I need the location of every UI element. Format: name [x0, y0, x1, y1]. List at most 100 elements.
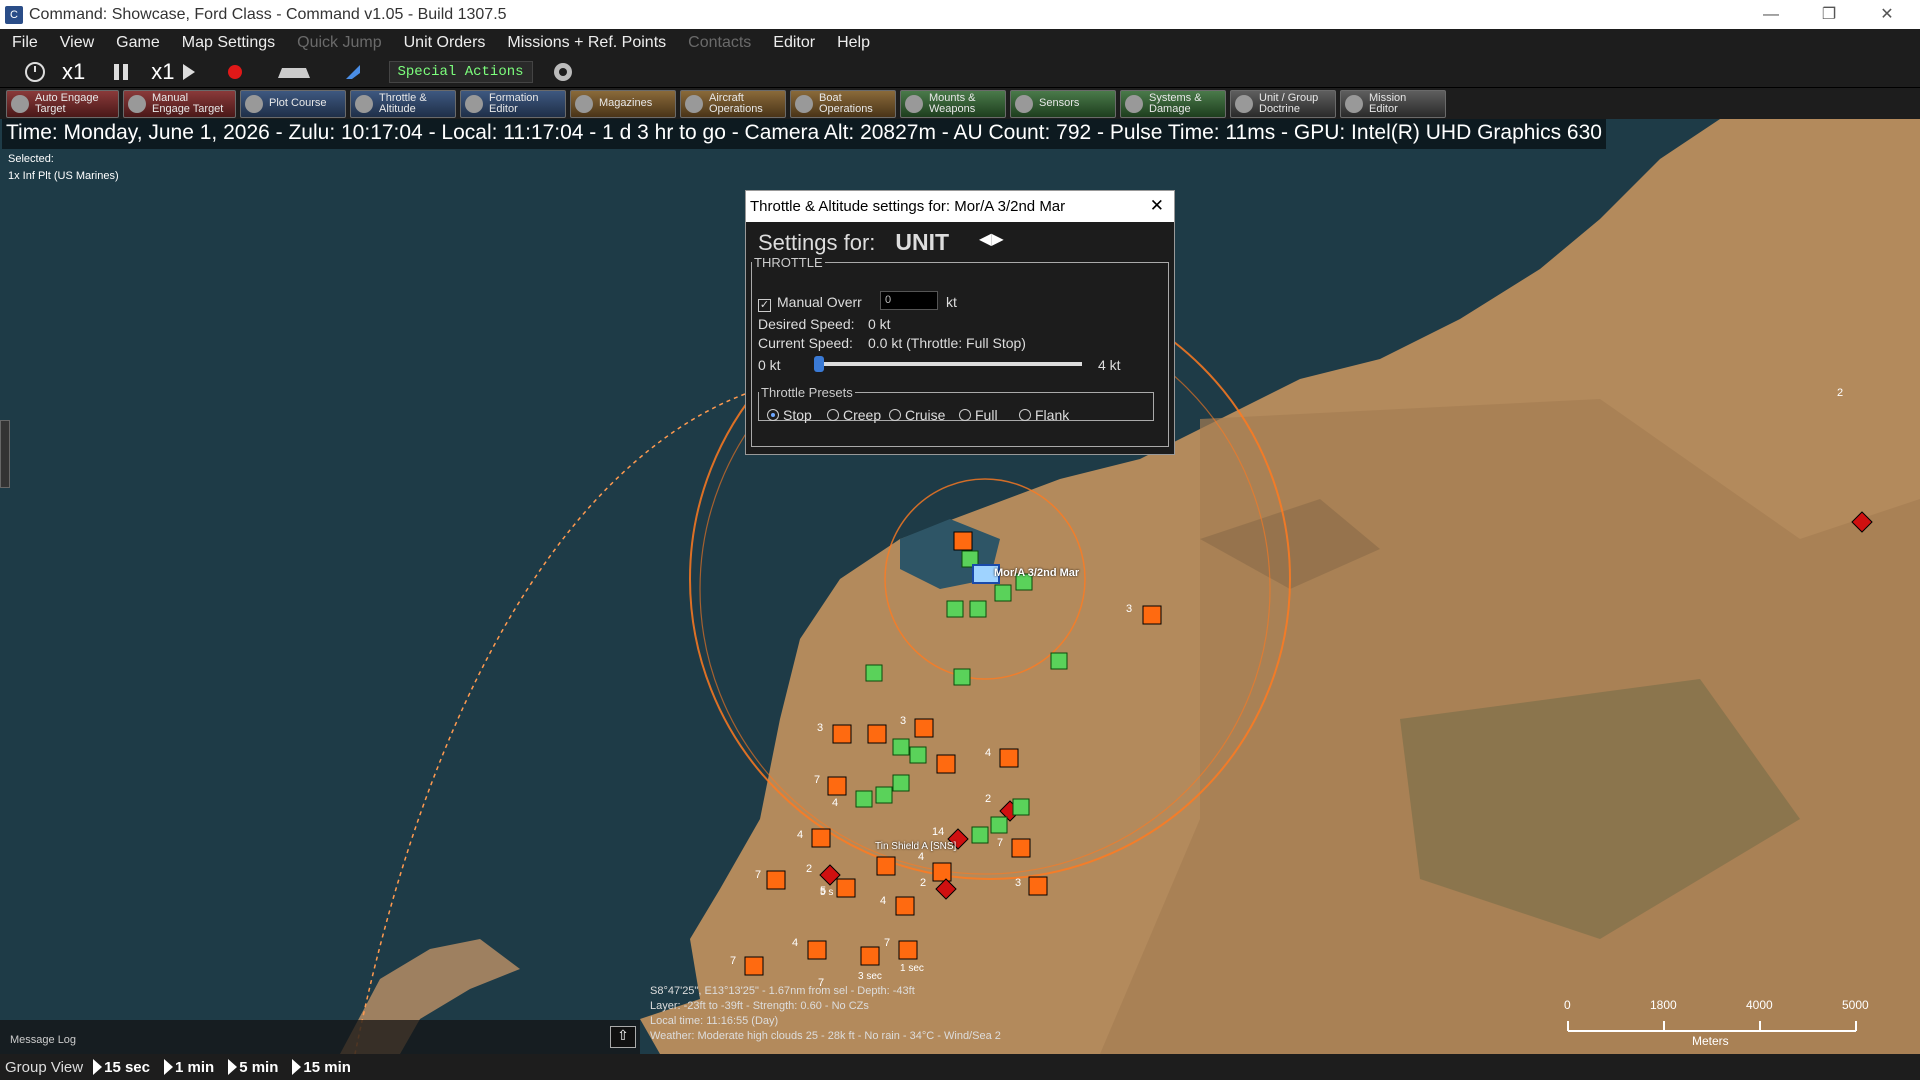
menu-contacts[interactable]: Contacts: [676, 34, 761, 52]
count-label: 7: [755, 869, 762, 881]
aircraft-operations-button[interactable]: Aircraft Operations: [680, 89, 786, 118]
sensors-button[interactable]: Sensors: [1010, 89, 1116, 118]
systems-damage-button[interactable]: Systems & Damage: [1120, 89, 1226, 118]
manual-override-checkbox[interactable]: ✓: [758, 299, 771, 312]
group-view-button[interactable]: Group View: [5, 1059, 83, 1076]
count-label: 14: [932, 826, 945, 838]
preset-stop[interactable]: Stop: [767, 407, 812, 423]
quick-action-icon[interactable]: [333, 59, 373, 85]
selected-label: Selected:: [8, 153, 54, 165]
count-label: 4: [880, 895, 887, 907]
count-label: 7: [814, 774, 821, 786]
boat-icon: [795, 94, 813, 113]
preset-full[interactable]: Full: [959, 407, 998, 423]
menu-quick-jump[interactable]: Quick Jump: [285, 34, 391, 52]
prev-unit-icon[interactable]: ◀: [979, 231, 991, 248]
scale-tick-label: 5000: [1842, 998, 1869, 1012]
preset-creep-label: Creep: [843, 407, 882, 423]
preset-creep[interactable]: Creep: [827, 407, 881, 423]
menu-game[interactable]: Game: [104, 34, 170, 52]
count-label: 4: [792, 937, 799, 949]
scale-tick-label: 4000: [1746, 998, 1773, 1012]
menu-help[interactable]: Help: [825, 34, 880, 52]
pause-button[interactable]: [107, 59, 135, 85]
jump-15-sec-button[interactable]: 15 sec: [93, 1059, 150, 1076]
preset-flank[interactable]: Flank: [1019, 407, 1069, 423]
menu-missions[interactable]: Missions + Ref. Points: [495, 34, 676, 52]
settings-for: Settings for: UNIT: [758, 229, 949, 256]
doctrine-button[interactable]: Unit / Group Doctrine: [1230, 89, 1336, 118]
minimize-icon[interactable]: —: [1748, 0, 1794, 29]
mission-editor-button[interactable]: Mission Editor: [1340, 89, 1446, 118]
jump-15-min-button[interactable]: 15 min: [292, 1059, 351, 1076]
preset-creep-radio[interactable]: [827, 409, 839, 421]
count-label: 2: [806, 863, 813, 875]
mission-editor-icon: [1345, 94, 1363, 113]
preset-cruise[interactable]: Cruise: [889, 407, 945, 423]
plot-course-label: Plot Course: [269, 97, 327, 109]
cursor-info-line: S8°47'25", E13°13'25" - 1.67nm from sel …: [650, 985, 915, 997]
record-button[interactable]: [215, 59, 255, 85]
menu-editor[interactable]: Editor: [761, 34, 825, 52]
count-label: 7: [884, 937, 891, 949]
scale-tick-label: 0: [1564, 998, 1571, 1012]
menu-unit-orders[interactable]: Unit Orders: [392, 34, 496, 52]
bottom-bar: Group View 15 sec 1 min 5 min 15 min: [0, 1054, 1920, 1080]
auto-engage-target-button[interactable]: Auto Engage Target: [6, 89, 119, 118]
unit-label-selected[interactable]: Mor/A 3/2nd Mar: [994, 567, 1079, 579]
boat-operations-button[interactable]: Boat Operations: [790, 89, 896, 118]
speed-slider-track[interactable]: [817, 362, 1082, 366]
count-label: 4: [918, 851, 925, 863]
jump-1-min-button[interactable]: 1 min: [164, 1059, 214, 1076]
throttle-altitude-button[interactable]: Throttle & Altitude: [350, 89, 456, 118]
doctrine-icon: [1235, 94, 1253, 113]
magazines-label: Magazines: [599, 97, 653, 109]
settings-gear-icon[interactable]: [543, 59, 583, 85]
count-label: 4: [832, 797, 839, 809]
unit-label-tin-shield[interactable]: Tin Shield A [SNS]: [875, 841, 956, 852]
menu-file[interactable]: File: [0, 34, 48, 52]
close-window-icon[interactable]: ✕: [1864, 0, 1910, 29]
message-log[interactable]: Message Log: [0, 1020, 640, 1054]
plot-course-button[interactable]: Plot Course: [240, 89, 346, 118]
play-icon[interactable]: [179, 59, 199, 85]
systems-label-2: Damage: [1149, 102, 1191, 115]
dialog-titlebar[interactable]: Throttle & Altitude settings for: Mor/A …: [746, 191, 1174, 222]
menu-map-settings[interactable]: Map Settings: [170, 34, 285, 52]
speed-slider-thumb[interactable]: [814, 356, 824, 372]
throttle-icon: [355, 94, 373, 113]
manual-override-input[interactable]: 0: [880, 291, 938, 310]
auto-engage-label-2: Target: [35, 102, 66, 115]
boat-label-2: Operations: [819, 102, 873, 115]
mounts-weapons-button[interactable]: Mounts & Weapons: [900, 89, 1006, 118]
preset-cruise-radio[interactable]: [889, 409, 901, 421]
message-log-label: Message Log: [10, 1034, 77, 1046]
formation-editor-button[interactable]: Formation Editor: [460, 89, 566, 118]
preset-full-radio[interactable]: [959, 409, 971, 421]
message-log-expand-icon[interactable]: ⇧: [610, 1026, 636, 1048]
zoom-slider[interactable]: [0, 420, 10, 488]
count-label: 3: [1015, 877, 1022, 889]
jump-5-min-button[interactable]: 5 min: [228, 1059, 278, 1076]
unit-nav-arrows: ◀▶: [979, 229, 1004, 249]
desired-speed-row: Desired Speed: 0 kt: [758, 316, 891, 332]
magazines-button[interactable]: Magazines: [570, 89, 676, 118]
manual-engage-target-button[interactable]: Manual Engage Target: [123, 89, 236, 118]
next-unit-icon[interactable]: ▶: [991, 231, 1003, 248]
preset-stop-radio[interactable]: [767, 409, 779, 421]
menu-view[interactable]: View: [48, 34, 104, 52]
time-tag: 3 sec: [858, 971, 882, 982]
sensors-label: Sensors: [1039, 97, 1080, 109]
ship-icon[interactable]: [269, 59, 319, 85]
desired-speed-value: 0 kt: [868, 316, 891, 332]
dialog-close-icon[interactable]: ✕: [1150, 196, 1164, 216]
manual-override-label: Manual Overr: [777, 294, 862, 310]
special-actions-button[interactable]: Special Actions: [388, 61, 533, 83]
clock-icon[interactable]: [20, 59, 50, 85]
restore-icon[interactable]: ❐: [1806, 0, 1852, 29]
throttle-group: THROTTLE ✓ Manual Overr 0 kt Desired Spee…: [751, 255, 1169, 447]
count-label: 7: [730, 955, 737, 967]
preset-flank-radio[interactable]: [1019, 409, 1031, 421]
systems-icon: [1125, 94, 1143, 113]
throttle-altitude-dialog: Throttle & Altitude settings for: Mor/A …: [745, 190, 1175, 455]
